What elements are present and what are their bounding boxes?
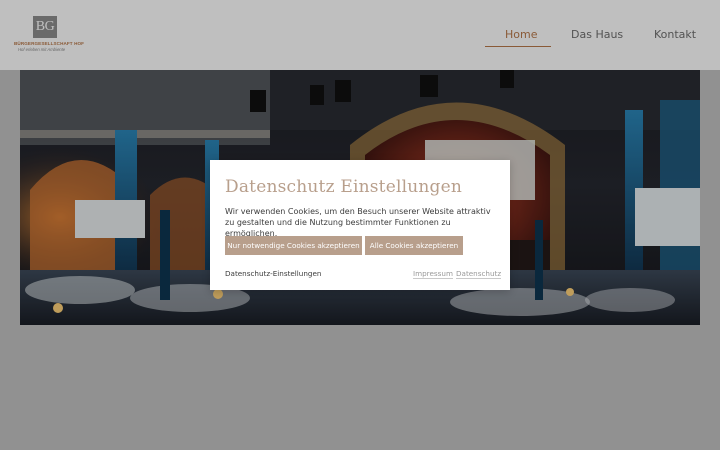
dialog-text: Wir verwenden Cookies, um den Besuch uns… [225,207,491,238]
privacy-settings-link[interactable]: Datenschutz-Einstellungen [225,269,321,278]
accept-necessary-button[interactable]: Nur notwendige Cookies akzeptieren [225,236,362,255]
dialog-title: Datenschutz Einstellungen [225,177,463,197]
accept-all-button[interactable]: Alle Cookies akzeptieren [365,236,463,255]
datenschutz-link[interactable]: Datenschutz [456,269,502,279]
cookie-consent-dialog: Datenschutz Einstellungen Wir verwenden … [210,160,510,290]
impressum-link[interactable]: Impressum [413,269,453,279]
